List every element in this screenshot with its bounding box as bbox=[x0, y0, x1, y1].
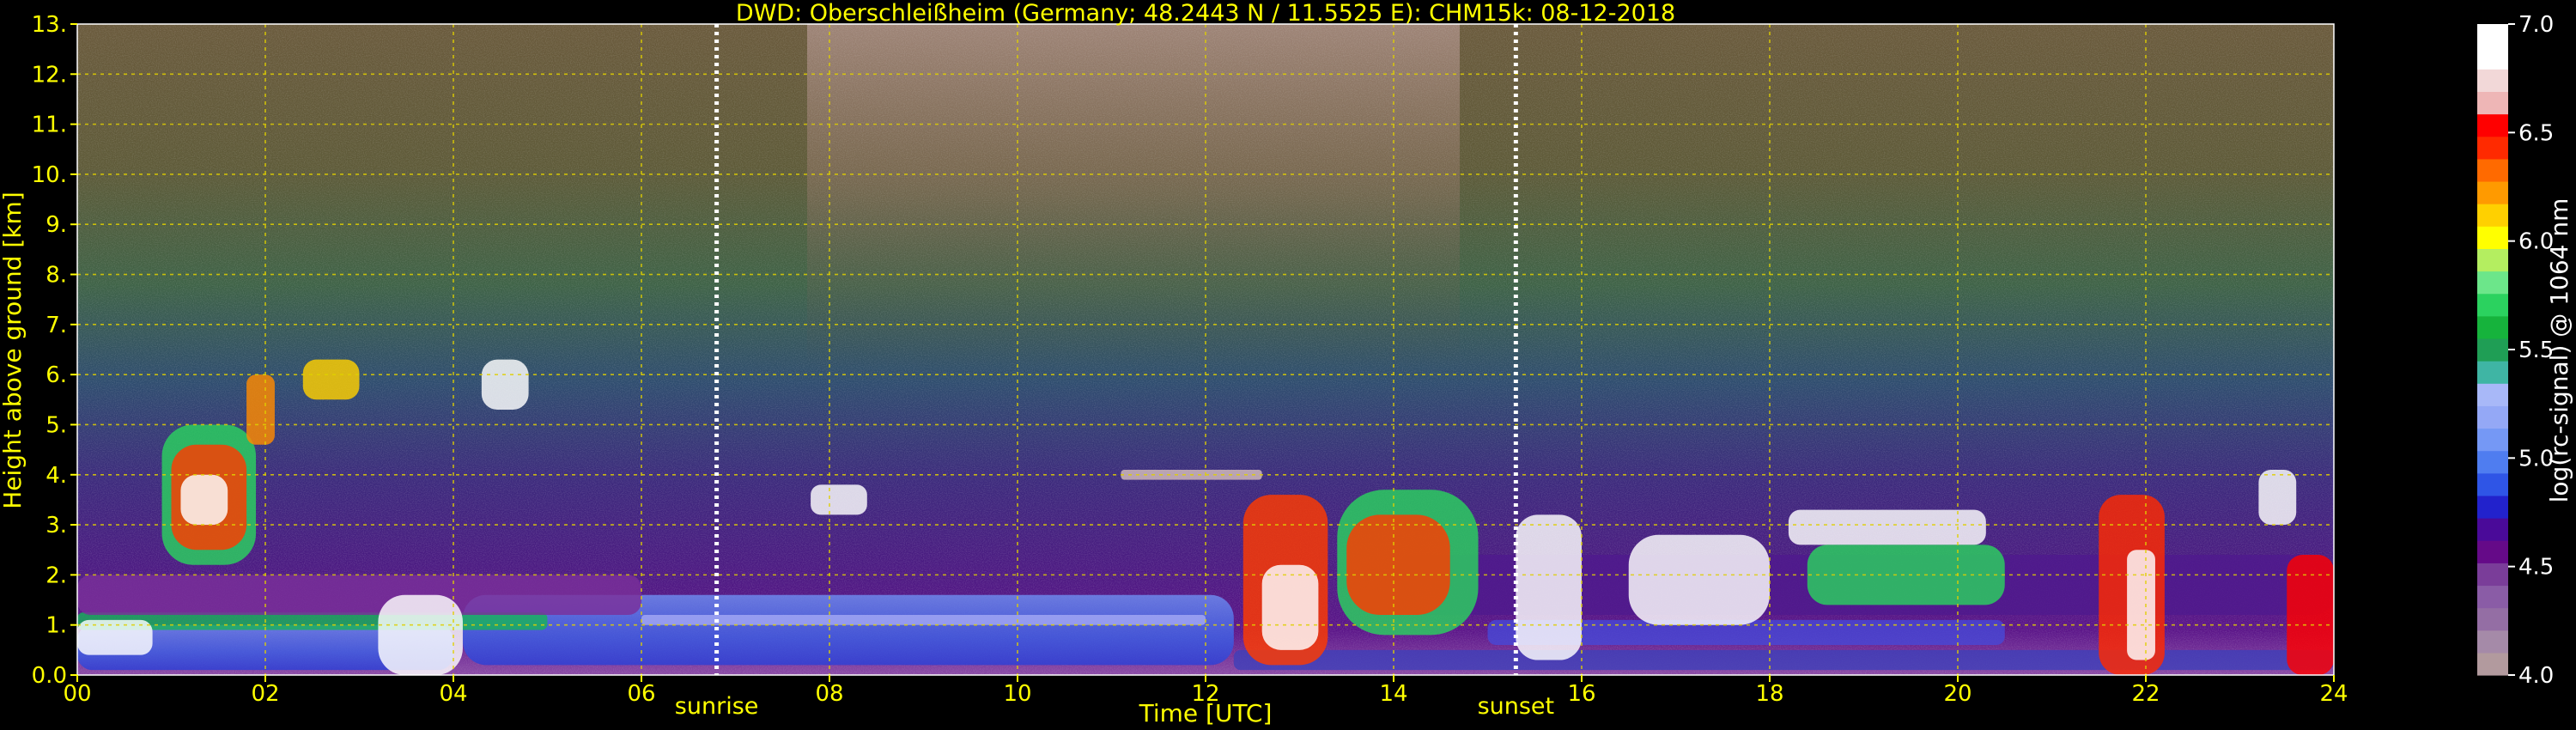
colorbar-segment bbox=[2477, 248, 2508, 272]
feature-patch bbox=[481, 359, 529, 410]
y-tick-label: 10. bbox=[32, 162, 67, 188]
x-tick-label: 20 bbox=[1943, 681, 1971, 707]
colorbar-segment bbox=[2477, 652, 2508, 676]
feature-patch bbox=[1788, 509, 1986, 545]
colorbar-segment bbox=[2477, 630, 2508, 654]
event-label-sunrise: sunrise bbox=[675, 693, 759, 720]
colorbar-segment bbox=[2477, 338, 2508, 362]
colorbar-segment bbox=[2477, 472, 2508, 496]
colorbar-tick-label: 7.0 bbox=[2518, 12, 2554, 38]
feature-patch bbox=[1628, 534, 1770, 625]
colorbar-segment bbox=[2477, 405, 2508, 429]
x-tick-label: 08 bbox=[815, 681, 843, 707]
colorbar-segment bbox=[2477, 113, 2508, 137]
colorbar bbox=[2477, 24, 2508, 676]
colorbar-segment bbox=[2477, 518, 2508, 541]
x-tick-label: 02 bbox=[251, 681, 279, 707]
event-labels: sunrise sunset bbox=[675, 693, 1554, 720]
feature-patch bbox=[1807, 544, 2005, 605]
colorbar-segment bbox=[2477, 540, 2508, 563]
colorbar-segment bbox=[2477, 46, 2508, 70]
x-axis-label: Time [UTC] bbox=[1139, 699, 1273, 727]
colorbar-segment bbox=[2477, 136, 2508, 160]
colorbar-segment bbox=[2477, 361, 2508, 384]
feature-patch bbox=[641, 615, 1206, 625]
colorbar-segment bbox=[2477, 226, 2508, 249]
feature-patch bbox=[1233, 649, 2334, 671]
chart-title: DWD: Oberschleißheim (Germany; 48.2443 N… bbox=[736, 0, 1675, 27]
colorbar-segment bbox=[2477, 315, 2508, 339]
y-tick-label: 6. bbox=[46, 362, 67, 388]
x-tick-label: 00 bbox=[63, 681, 91, 707]
feature-patch bbox=[2258, 469, 2297, 526]
y-tick-label: 3. bbox=[46, 513, 67, 538]
y-tick-label: 9. bbox=[46, 212, 67, 238]
x-tick-label: 22 bbox=[2131, 681, 2160, 707]
y-axis-label: Height above ground [km] bbox=[0, 192, 27, 509]
feature-patch bbox=[180, 474, 228, 526]
x-tick-label: 10 bbox=[1003, 681, 1031, 707]
colorbar-segment bbox=[2477, 24, 2508, 47]
feature-patch bbox=[1516, 514, 1582, 660]
feature-patch bbox=[302, 359, 360, 400]
colorbar-segment bbox=[2477, 271, 2508, 295]
feature-patch bbox=[811, 484, 867, 515]
y-tick-label: 13. bbox=[32, 12, 67, 38]
feature-patch bbox=[1261, 564, 1319, 650]
colorbar-segment bbox=[2477, 383, 2508, 406]
x-tick-label: 06 bbox=[627, 681, 655, 707]
x-tick-label: 16 bbox=[1567, 681, 1595, 707]
colorbar-segment bbox=[2477, 495, 2508, 519]
colorbar-tick-label: 6.5 bbox=[2518, 120, 2554, 146]
y-tick-label: 5. bbox=[46, 412, 67, 438]
ceilometer-chart: 0.0 1. 2. 3. 4. 5. 6. 7. 8. 9. 10. 11. 12. 13. 00 02 04… bbox=[0, 0, 2573, 727]
feature-patch bbox=[77, 575, 641, 616]
x-tick-label: 24 bbox=[2319, 681, 2348, 707]
colorbar-segment bbox=[2477, 69, 2508, 93]
colorbar-tick-label: 4.0 bbox=[2518, 663, 2554, 689]
y-tick-label: 2. bbox=[46, 563, 67, 588]
x-tick-label: 14 bbox=[1379, 681, 1407, 707]
colorbar-segment bbox=[2477, 585, 2508, 609]
colorbar-segment bbox=[2477, 204, 2508, 227]
colorbar-segment bbox=[2477, 180, 2508, 204]
y-tick-label: 12. bbox=[32, 62, 67, 88]
colorbar-segment bbox=[2477, 450, 2508, 474]
feature-patch bbox=[1346, 514, 1450, 616]
y-tick-label: 0.0 bbox=[32, 663, 67, 689]
feature-patch bbox=[2127, 550, 2155, 660]
y-tick-label: 1. bbox=[46, 613, 67, 639]
event-label-sunset: sunset bbox=[1478, 693, 1555, 720]
y-tick-label: 8. bbox=[46, 263, 67, 289]
feature-patch bbox=[378, 594, 463, 675]
y-axis-ticks: 0.0 1. 2. 3. 4. 5. 6. 7. 8. 9. 10. 11. 12. 13. bbox=[32, 12, 77, 689]
colorbar-segment bbox=[2477, 563, 2508, 587]
y-tick-label: 11. bbox=[32, 113, 67, 138]
colorbar-segment bbox=[2477, 158, 2508, 182]
plot-area bbox=[77, 24, 2334, 675]
x-tick-label: 18 bbox=[1755, 681, 1783, 707]
colorbar-tick-label: 4.5 bbox=[2518, 555, 2554, 581]
feature-patch bbox=[246, 374, 275, 445]
colorbar-segment bbox=[2477, 293, 2508, 317]
y-tick-label: 4. bbox=[46, 463, 67, 489]
feature-patch bbox=[2287, 555, 2334, 675]
y-tick-label: 7. bbox=[46, 313, 67, 338]
colorbar-segment bbox=[2477, 428, 2508, 452]
colorbar-label: log(rc-signal) @ 1064 nm bbox=[2545, 198, 2573, 503]
colorbar-segment bbox=[2477, 91, 2508, 115]
colorbar-segment bbox=[2477, 607, 2508, 631]
x-tick-label: 04 bbox=[439, 681, 467, 707]
